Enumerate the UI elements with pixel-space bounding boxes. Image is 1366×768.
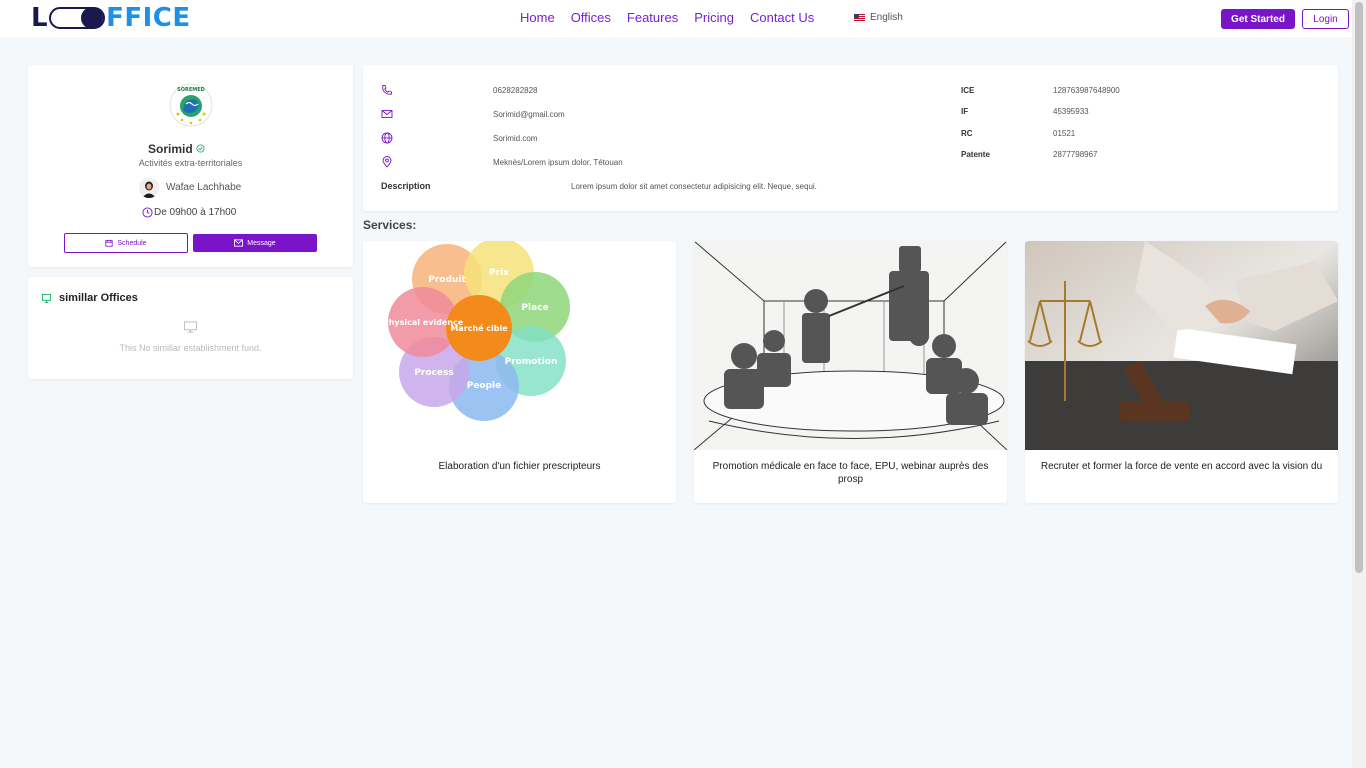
company-category: Activités extra-territoriales — [138, 158, 243, 168]
handshake-law-image — [1025, 241, 1338, 450]
similar-offices-title-text: simillar Offices — [59, 292, 138, 304]
website-value[interactable]: Sorimid.com — [493, 134, 537, 143]
clock-icon — [142, 207, 153, 218]
ice-value: 128763987648900 — [1053, 86, 1120, 95]
opening-hours: De 09h00 à 17h00 — [142, 207, 236, 218]
service-card[interactable]: Promotion médicale en face to face, EPU,… — [694, 241, 1007, 503]
verified-check-icon — [196, 144, 205, 156]
nav-links: Home Offices Features Pricing Contact Us — [520, 10, 830, 25]
owner-name: Wafae Lachhabe — [166, 182, 242, 193]
address-value: Meknès/Lorem ipsum dolor, Tétouan — [493, 158, 623, 167]
message-label: Message — [247, 239, 276, 247]
owner-avatar — [139, 178, 159, 198]
globe-icon — [381, 132, 393, 144]
rc-label: RC — [961, 129, 973, 138]
petal-label: Produit — [428, 275, 466, 285]
us-flag-icon — [854, 13, 865, 22]
envelope-icon — [234, 239, 244, 247]
phone-icon — [382, 85, 392, 95]
scrollbar-thumb[interactable] — [1355, 2, 1363, 573]
petal-label: People — [467, 381, 502, 391]
empty-monitor-icon — [184, 321, 197, 333]
service-card[interactable]: Produit Prix Place Promotion People Proc… — [363, 241, 676, 503]
patente-label: Patente — [961, 150, 990, 159]
schedule-button[interactable]: Schedule — [64, 233, 188, 253]
login-button[interactable]: Login — [1302, 9, 1349, 29]
similar-empty-text: This No simillar establishment fund. — [119, 343, 262, 353]
get-started-button[interactable]: Get Started — [1221, 9, 1295, 29]
nav-features[interactable]: Features — [627, 10, 678, 25]
service-caption: Elaboration d'un fichier prescripteurs — [438, 461, 601, 472]
petal-label: Prix — [489, 268, 509, 278]
schedule-label: Schedule — [117, 239, 147, 247]
company-emblem-icon: SOREMED — [169, 83, 213, 127]
service-caption: Recruter et former la force de vente en … — [1040, 461, 1323, 472]
email-icon — [381, 110, 393, 118]
email-value[interactable]: Sorimid@gmail.com — [493, 110, 565, 119]
petal-label: Promotion — [505, 357, 558, 367]
service-card[interactable]: Recruter et former la force de vente en … — [1025, 241, 1338, 503]
logo[interactable]: L FFICE — [31, 3, 191, 33]
patente-value: 2877798967 — [1053, 150, 1098, 159]
description-text: Lorem ipsum dolor sit amet consectetur a… — [571, 182, 817, 191]
services-title: Services: — [363, 218, 417, 232]
monitor-icon — [42, 293, 51, 303]
if-label: IF — [961, 107, 969, 116]
petal-label: Place — [521, 303, 548, 313]
description-label: Description — [381, 181, 431, 191]
language-selector[interactable]: English — [854, 12, 903, 23]
message-button[interactable]: Message — [193, 234, 317, 252]
company-name-text: Sorimid — [147, 142, 193, 156]
rc-value: 01521 — [1053, 129, 1076, 138]
language-label: English — [870, 12, 903, 23]
company-name: Sorimid — [0, 142, 353, 156]
svg-text:SOREMED: SOREMED — [177, 87, 205, 93]
logo-left-text: L — [31, 3, 49, 33]
nav-offices[interactable]: Offices — [571, 10, 611, 25]
nav-pricing[interactable]: Pricing — [694, 10, 734, 25]
meeting-cartoon-image — [694, 241, 1007, 450]
petal-label: Process — [414, 368, 453, 378]
if-value: 45395933 — [1053, 107, 1089, 116]
marketing-mix-image: Produit Prix Place Promotion People Proc… — [363, 241, 676, 450]
phone-value[interactable]: 0628282828 — [493, 86, 538, 95]
nav-home[interactable]: Home — [520, 10, 555, 25]
nav-contact-us[interactable]: Contact Us — [750, 10, 814, 25]
calendar-icon — [105, 239, 113, 247]
opening-hours-text: De 09h00 à 17h00 — [154, 207, 237, 218]
similar-offices-title: simillar Offices — [42, 292, 138, 304]
logo-toggle-mark — [49, 7, 106, 29]
ice-label: ICE — [961, 86, 975, 95]
top-navbar: L FFICE Home Offices Features Pricing Co… — [0, 0, 1352, 37]
location-pin-icon — [382, 156, 392, 168]
page-scrollbar[interactable] — [1352, 0, 1366, 768]
center-label: Marché cible — [450, 323, 508, 333]
logo-right-text: FFICE — [106, 3, 191, 33]
service-caption: Promotion médicale en face to face, EPU,… — [712, 461, 989, 485]
